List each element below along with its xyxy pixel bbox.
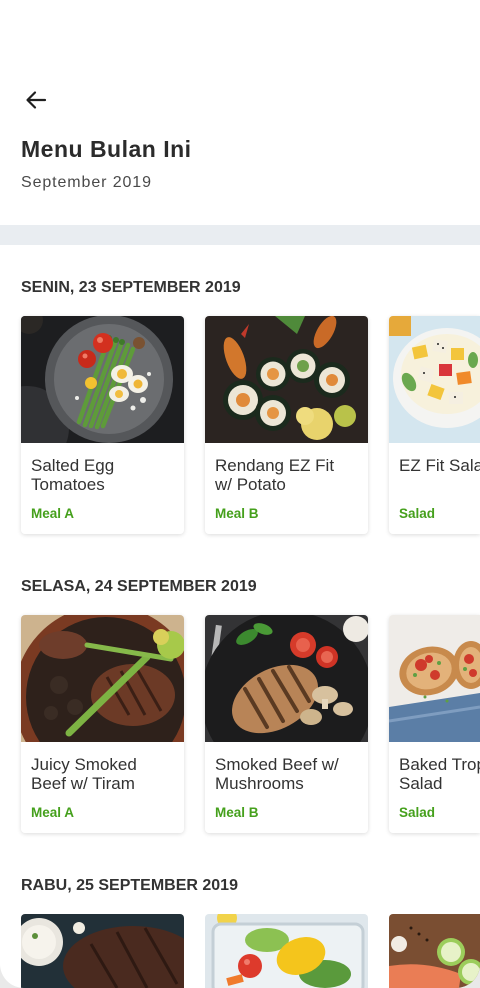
meal-card[interactable]: Baked Trop Salad Salad [389, 615, 480, 833]
day-heading: SELASA, 24 SEPTEMBER 2019 [21, 578, 257, 595]
meal-tag: Meal B [215, 805, 259, 820]
meal-photo [205, 316, 368, 443]
meal-name: Juicy Smoked Beef w/ Tiram [31, 755, 137, 793]
meal-photo [21, 316, 184, 443]
meal-photo [389, 316, 480, 443]
back-button[interactable] [22, 86, 50, 114]
page-subtitle: September 2019 [21, 174, 152, 191]
meal-name: EZ Fit Sala [399, 456, 480, 475]
meal-tag: Meal A [31, 506, 75, 521]
meal-tag: Meal B [215, 506, 259, 521]
meal-card[interactable]: EZ Fit Sala Salad [389, 316, 480, 534]
meal-photo [205, 914, 368, 988]
meal-photo [21, 914, 184, 988]
day-section: SENIN, 23 SEPTEMBER 2019 Salted Egg Toma… [0, 278, 480, 534]
meal-card[interactable]: Rendang EZ Fit w/ Potato Meal B [205, 316, 368, 534]
day-heading: SENIN, 23 SEPTEMBER 2019 [21, 279, 241, 296]
meal-name: Rendang EZ Fit w/ Potato [215, 456, 335, 494]
meal-name: Baked Trop Salad [399, 755, 480, 793]
meal-card[interactable] [389, 914, 480, 988]
page-title: Menu Bulan Ini [21, 136, 192, 162]
meal-carousel[interactable] [0, 914, 480, 988]
meal-card[interactable]: Smoked Beef w/ Mushrooms Meal B [205, 615, 368, 833]
meal-card[interactable]: Juicy Smoked Beef w/ Tiram Meal A [21, 615, 184, 833]
meal-photo [389, 615, 480, 742]
day-section: RABU, 25 SEPTEMBER 2019 [0, 876, 480, 988]
meal-card[interactable] [21, 914, 184, 988]
meal-photo [389, 914, 480, 988]
screen: Menu Bulan Ini September 2019 SENIN, 23 … [0, 0, 480, 988]
meal-name: Salted Egg Tomatoes [31, 456, 115, 494]
meal-photo [21, 615, 184, 742]
meal-tag: Salad [399, 506, 436, 521]
meal-tag: Salad [399, 805, 436, 820]
meal-card[interactable] [205, 914, 368, 988]
meal-photo [205, 615, 368, 742]
meal-name: Smoked Beef w/ Mushrooms [215, 755, 339, 793]
arrow-left-icon [26, 91, 47, 109]
day-heading: RABU, 25 SEPTEMBER 2019 [21, 877, 238, 894]
day-section: SELASA, 24 SEPTEMBER 2019 Juicy Smoked B… [0, 577, 480, 833]
meal-carousel[interactable]: Salted Egg Tomatoes Meal A Rendang EZ Fi… [0, 316, 480, 534]
meal-carousel[interactable]: Juicy Smoked Beef w/ Tiram Meal A Smoked… [0, 615, 480, 833]
section-divider [0, 225, 480, 245]
meal-card[interactable]: Salted Egg Tomatoes Meal A [21, 316, 184, 534]
meal-tag: Meal A [31, 805, 75, 820]
